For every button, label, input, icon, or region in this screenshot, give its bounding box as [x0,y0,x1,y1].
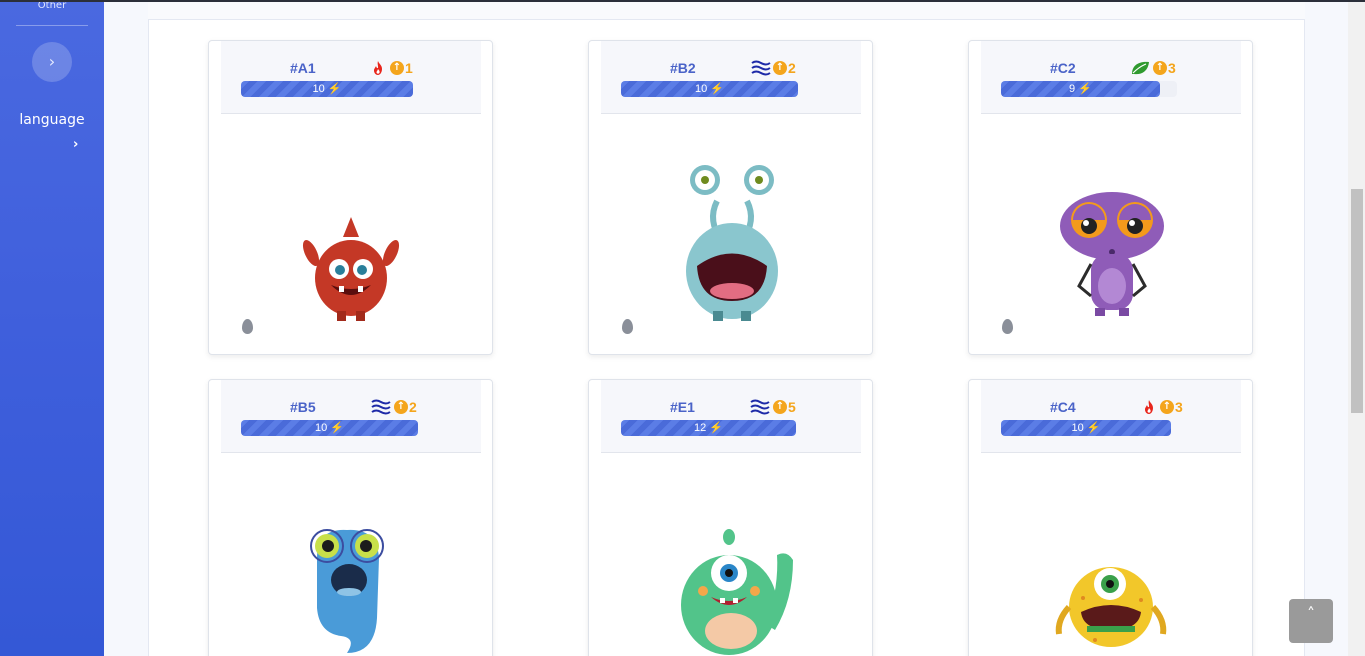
monster-level: 3 [1168,60,1176,76]
card-header: #C2 ↑ 3 9 ⚡ [981,41,1241,114]
window-top-border [0,0,1365,2]
card-header: #B2 ↑ 2 10 ⚡ [601,41,861,114]
card-header: #B5 ↑ 2 10 ⚡ [221,380,481,453]
card-header: #E1 ↑ 5 12 ⚡ [601,380,861,453]
energy-label: 12 ⚡ [693,422,723,434]
monster-level: 1 [405,60,413,76]
monster-id: #B5 [290,399,316,415]
lightning-icon: ⚡ [710,83,724,95]
monster-card[interactable]: #E1 ↑ 5 12 ⚡ [588,379,873,656]
monster-image [681,529,793,655]
fire-icon [1145,400,1153,414]
monster-id: #E1 [670,399,695,415]
back-to-top-button[interactable]: ˄ [1289,599,1333,643]
energy-bar: 10 ⚡ [1001,420,1171,436]
monster-image [1055,567,1167,647]
chevron-right-icon[interactable]: › [73,137,78,152]
monster-id: #B2 [670,60,696,76]
energy-bar: 10 ⚡ [241,420,418,436]
level-up-icon: ↑ [1153,61,1167,75]
monster-image [1060,192,1164,316]
sidebar-divider [16,25,88,26]
monster-level: 2 [788,60,796,76]
leaf-icon [1132,61,1149,75]
level-up-icon: ↑ [1160,400,1174,414]
chevron-right-icon: › [48,52,56,71]
lightning-icon: ⚡ [709,422,723,434]
lightning-icon: ⚡ [1078,83,1092,95]
monster-id: #C4 [1050,399,1076,415]
monster-card[interactable]: #B2 ↑ 2 10 ⚡ [588,40,873,355]
level-up-icon: ↑ [394,400,408,414]
energy-label: 10 ⚡ [312,83,342,95]
water-icon [750,399,770,415]
water-icon [751,60,771,76]
monster-level: 3 [1175,399,1183,415]
egg-icon [1002,319,1013,334]
level-up-icon: ↑ [773,61,787,75]
energy-bar: 9 ⚡ [1001,81,1177,97]
monster-image [302,217,400,321]
egg-icon [242,319,253,334]
lightning-icon: ⚡ [327,83,342,95]
monster-card[interactable]: #C4 ↑ 3 10 ⚡ [968,379,1253,656]
monster-id: #A1 [290,60,316,76]
level-up-icon: ↑ [390,61,404,75]
monster-image [686,165,778,321]
monster-card[interactable]: #A1 ↑ 1 10 ⚡ [208,40,493,355]
card-header: #C4 ↑ 3 10 ⚡ [981,380,1241,453]
fire-icon [374,61,382,75]
energy-label: 10 ⚡ [1071,422,1101,434]
sidebar-item-language[interactable]: language [0,112,104,128]
monster-image [310,529,384,653]
monster-id: #C2 [1050,60,1076,76]
energy-label: 10 ⚡ [314,422,344,434]
sidebar: Other › language › [0,0,104,656]
egg-icon [622,319,633,334]
water-icon [371,399,391,415]
energy-bar: 10 ⚡ [241,81,413,97]
sidebar-toggle-button[interactable]: › [32,42,72,82]
monster-card[interactable]: #B5 ↑ 2 10 ⚡ [208,379,493,656]
energy-label: 10 ⚡ [694,83,724,95]
lightning-icon: ⚡ [1086,422,1101,434]
panel-header-strip [148,0,1305,20]
card-header: #A1 ↑ 1 10 ⚡ [221,41,481,114]
energy-bar: 10 ⚡ [621,81,798,97]
scrollbar-thumb[interactable] [1351,189,1363,413]
level-up-icon: ↑ [773,400,787,414]
monster-card[interactable]: #C2 ↑ 3 9 ⚡ [968,40,1253,355]
lightning-icon: ⚡ [330,422,344,434]
monster-level: 5 [788,399,796,415]
monster-level: 2 [409,399,417,415]
energy-label: 9 ⚡ [1069,83,1092,95]
energy-bar: 12 ⚡ [621,420,796,436]
